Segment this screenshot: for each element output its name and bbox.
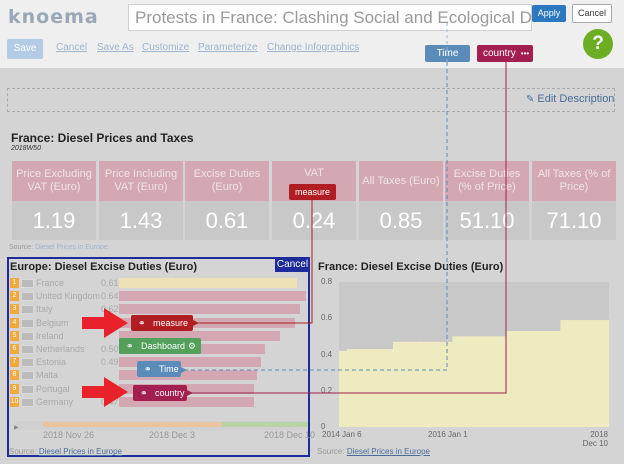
country-connector — [187, 62, 507, 394]
measure-connector — [193, 200, 313, 324]
time-connector — [181, 62, 448, 371]
connector-overlay — [82, 20, 507, 407]
country-arrow-icon — [82, 377, 128, 407]
connector-lines — [181, 20, 507, 394]
country-arrowhead — [187, 390, 193, 396]
measure-arrow-icon — [82, 308, 128, 338]
time-arrowhead — [181, 367, 187, 373]
measure-arrowhead — [193, 320, 199, 326]
